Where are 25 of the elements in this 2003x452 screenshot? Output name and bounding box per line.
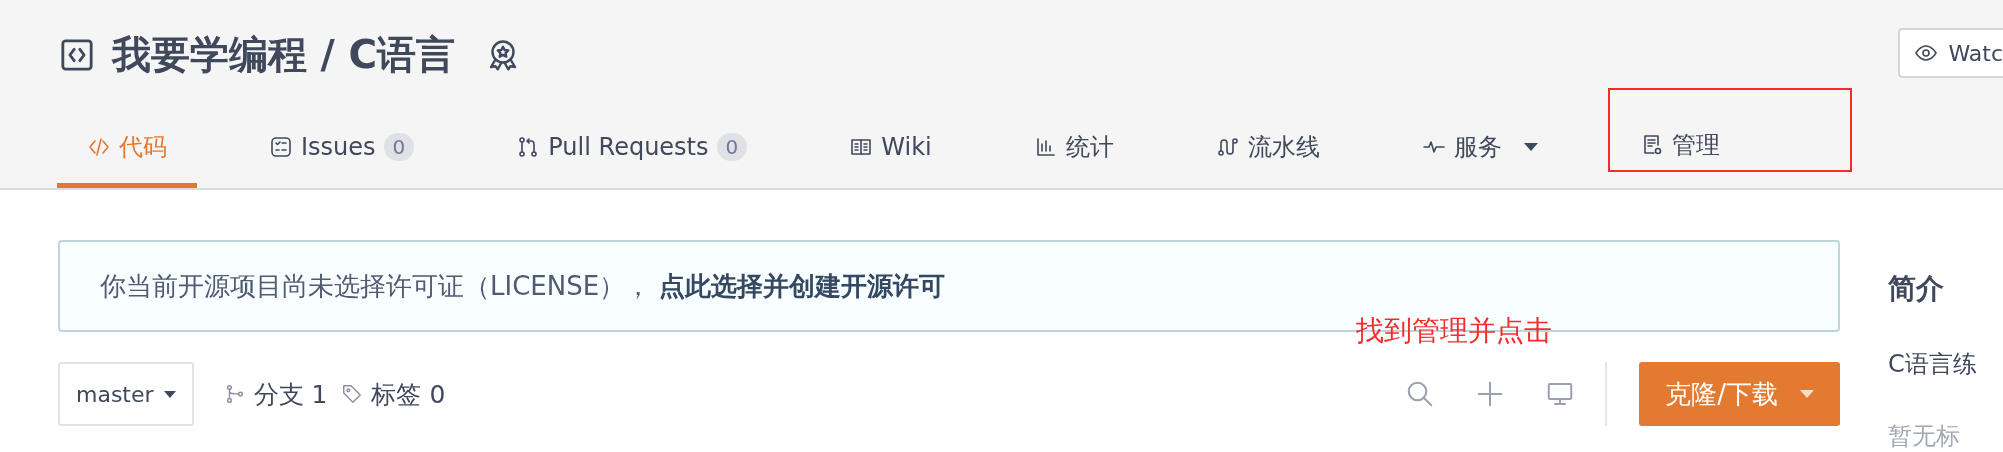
section-heading: 简介 [1888,271,1945,307]
notice-text: 你当前开源项目尚未选择许可证（LICENSE）， [100,269,652,303]
license-link[interactable]: 点此选择并创建开源许可 [659,268,946,304]
nav-tab[interactable]: Wiki [819,110,962,188]
caret-icon [163,390,176,398]
nav-tab[interactable]: 管理 [1609,90,1850,170]
watch-button[interactable]: Watc [1898,28,2003,78]
tags-link[interactable]: 标签 0 [371,377,446,411]
tag-icon [341,383,364,405]
nav-tab[interactable]: 服务 [1391,110,1568,188]
count-badge: 0 [383,132,415,161]
description-text: C语言练 [1888,349,1977,380]
caret-icon [1800,390,1814,398]
count-badge: 0 [716,132,748,161]
tags-text: 暂无标 [1888,421,1961,452]
annotation-text: 找到管理并点击 [1356,313,1552,349]
nav-tab[interactable]: Pull Requests 0 [486,110,778,188]
branch-dropdown[interactable]: master [58,362,194,426]
nav-tab[interactable]: Issues 0 [239,110,445,188]
nav-tab[interactable]: 统计 [1003,110,1144,188]
checklist-icon [269,134,293,159]
code-square-icon [60,38,94,72]
nav-tab[interactable]: 流水线 [1185,110,1350,188]
branches-link[interactable]: 分支 1 [253,377,328,411]
repo-title: 我要学编程 / C语言 [112,31,456,79]
